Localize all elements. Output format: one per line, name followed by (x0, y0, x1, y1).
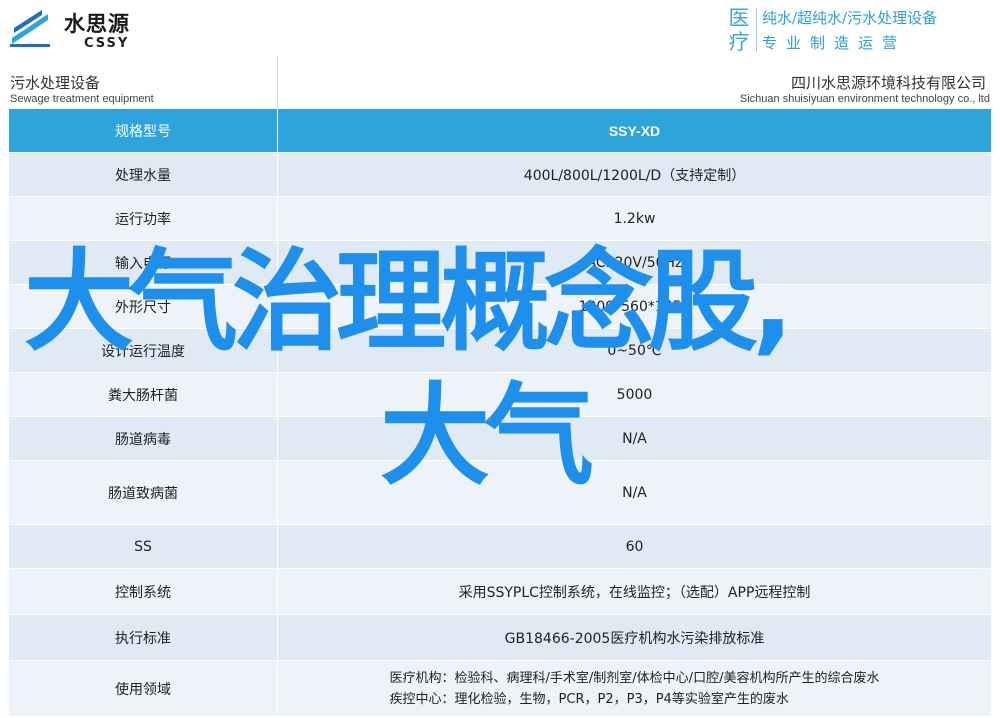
slogan-box: 医疗 纯水/超纯水/污水处理设备 专业制造运营 (724, 4, 994, 54)
overlay-headline-second: 大气 (380, 372, 594, 500)
usage-line-medical: 医疗机构：检验科、病理科/手术室/制剂室/体检中心/口腔/美容机构所产生的综合废… (389, 670, 880, 686)
usage-text: 医疗机构：检验科、病理科/手术室/制剂室/体检中心/口腔/美容机构所产生的综合废… (390, 668, 880, 710)
slogan-category: 医疗 (728, 6, 750, 54)
slogan-service: 专业制造运营 (762, 34, 907, 52)
row-value: 400L/800L/1200L/D（支持定制） (277, 152, 992, 197)
logo-name-en: CSSY (84, 36, 130, 51)
product-category-en: Sewage treatment equipment (10, 93, 154, 105)
row-value: 采用SSYPLC控制系统，在线监控；（选配）APP远程控制 (277, 568, 992, 615)
table-row: 执行标准 GB18466-2005医疗机构水污染排放标准 (8, 614, 992, 661)
table-header-row: 规格型号 SSY-XD (8, 108, 992, 153)
row-value: 1.2kw (277, 196, 992, 241)
row-label: SS (8, 524, 278, 569)
logo-mark-icon (10, 10, 50, 47)
band-divider (277, 56, 278, 108)
usage-line-cdc: 疾控中心：理化检验，生物，PCR，P2，P3，P4等实验室产生的废水 (389, 691, 789, 707)
table-row: 运行功率 1.2kw (8, 196, 992, 241)
table-row: 处理水量 400L/800L/1200L/D（支持定制） (8, 152, 992, 197)
table-row: 控制系统 采用SSYPLC控制系统，在线监控；（选配）APP远程控制 (8, 568, 992, 615)
company-name-cn: 四川水思源环境科技有限公司 (790, 74, 986, 92)
row-label: 粪大肠杆菌 (8, 372, 278, 417)
slogan-divider (756, 8, 757, 52)
row-label: 肠道病毒 (8, 416, 278, 461)
row-label: 使用领域 (8, 660, 278, 717)
header-label: 规格型号 (8, 108, 278, 153)
top-header: 水思源 CSSY 医疗 纯水/超纯水/污水处理设备 专业制造运营 (0, 0, 1000, 56)
company-name-en: Sichuan shuisiyuan environment technolog… (739, 93, 990, 105)
title-band: 污水处理设备 Sewage treatment equipment 四川水思源环… (0, 56, 1000, 108)
row-label: 处理水量 (8, 152, 278, 197)
logo-name-cn: 水思源 (64, 12, 130, 36)
row-value-multiline: 医疗机构：检验科、病理科/手术室/制剂室/体检中心/口腔/美容机构所产生的综合废… (277, 660, 992, 717)
slogan-products: 纯水/超纯水/污水处理设备 (762, 9, 938, 27)
row-label: 控制系统 (8, 568, 278, 615)
row-value: GB18466-2005医疗机构水污染排放标准 (277, 614, 992, 661)
table-row: SS 60 (8, 524, 992, 569)
header-value: SSY-XD (277, 108, 992, 153)
row-value: 60 (277, 524, 992, 569)
company-logo[interactable]: 水思源 CSSY (8, 6, 148, 52)
row-label: 运行功率 (8, 196, 278, 241)
row-label: 肠道致病菌 (8, 460, 278, 525)
product-category-cn: 污水处理设备 (10, 74, 101, 92)
overlay-headline: 大气治理概念股, (24, 238, 794, 366)
table-row: 使用领域 医疗机构：检验科、病理科/手术室/制剂室/体检中心/口腔/美容机构所产… (8, 660, 992, 717)
row-label: 执行标准 (8, 614, 278, 661)
